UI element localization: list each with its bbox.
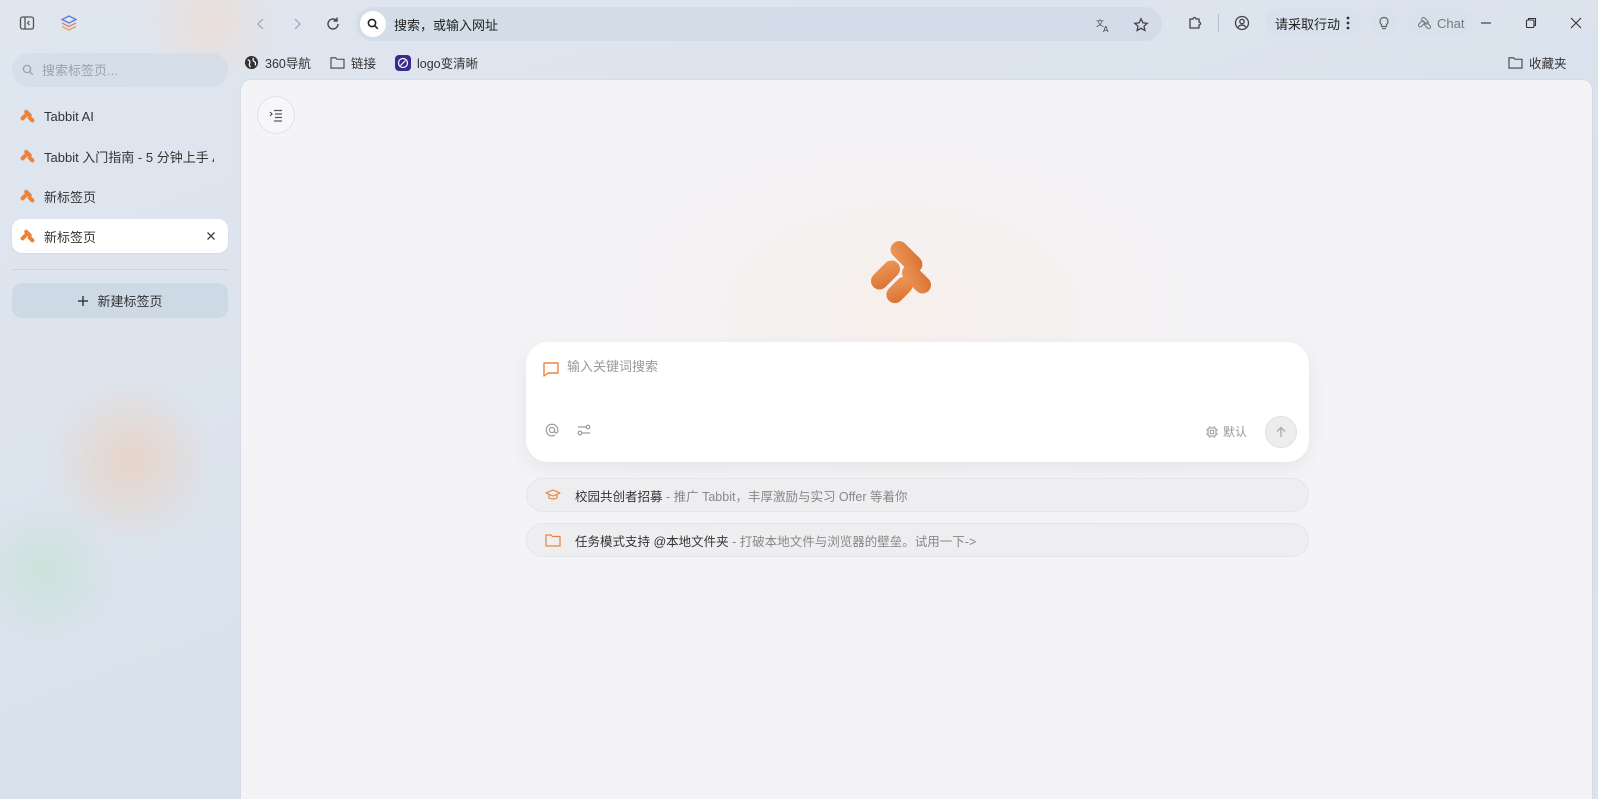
suggestion-title: 校园共创者招募 <box>575 489 663 504</box>
more-vertical-icon <box>1346 16 1350 30</box>
address-bar[interactable]: 搜索，或输入网址 文A <box>356 7 1162 41</box>
arrow-up-icon <box>1276 426 1286 437</box>
new-tab-button[interactable]: 新建标签页 <box>12 283 228 318</box>
tab-item[interactable]: 新标签页 <box>12 179 228 213</box>
restore-icon[interactable] <box>1508 0 1553 46</box>
tab-search-input[interactable] <box>42 62 212 78</box>
suggestion-desc: - 打破本地文件与浏览器的壁垒。试用一下-> <box>728 534 977 549</box>
ai-search-box: 默认 <box>526 342 1309 462</box>
tab-label: Tabbit 入门指南 - 5 分钟上手 A <box>44 149 214 165</box>
tabbit-logo-icon <box>20 229 35 243</box>
bookmark-item[interactable]: 360导航 <box>244 53 311 72</box>
tab-search[interactable] <box>12 53 228 87</box>
extensions-icon[interactable] <box>1182 10 1208 36</box>
tabbit-logo <box>870 241 932 304</box>
page-content: 默认 校园共创者招募 - 推广 Tabbit，丰厚激励与实习 Offer 等着你… <box>241 80 1592 799</box>
folder-icon <box>1508 57 1523 69</box>
sidebar: Tabbit AI Tabbit 入门指南 - 5 分钟上手 A 新标签页 新标… <box>0 0 236 799</box>
translate-icon[interactable]: 文A <box>1090 12 1116 38</box>
tab-label: 新标签页 <box>44 229 97 245</box>
action-required-label: 请采取行动 <box>1275 16 1341 32</box>
mention-icon[interactable] <box>544 422 560 441</box>
suggestion-item[interactable]: 任务模式支持 @本地文件夹 - 打破本地文件与浏览器的壁垒。试用一下-> <box>526 523 1309 557</box>
close-tab-icon[interactable] <box>202 227 220 245</box>
globe-icon <box>244 55 259 70</box>
outline-toggle-icon[interactable] <box>257 96 295 134</box>
bookmarks-bar: 360导航 链接 logo变清晰 收藏夹 <box>236 50 1598 76</box>
lightbulb-icon[interactable] <box>1370 9 1399 37</box>
plus-icon <box>78 295 89 306</box>
minimize-icon[interactable] <box>1463 0 1508 46</box>
chat-label: Chat <box>1437 15 1465 31</box>
sidebar-divider <box>12 269 228 270</box>
bookmark-label: 360导航 <box>265 57 311 71</box>
suggestion-desc: - 推广 Tabbit，丰厚激励与实习 Offer 等着你 <box>662 489 908 504</box>
bookmarks-folder[interactable]: 收藏夹 <box>1508 53 1567 72</box>
back-icon[interactable] <box>248 11 274 37</box>
tab-item[interactable]: Tabbit 入门指南 - 5 分钟上手 A <box>12 139 228 173</box>
send-button[interactable] <box>1265 416 1297 448</box>
tab-item[interactable]: Tabbit AI <box>12 99 228 133</box>
chip-icon <box>1205 425 1218 438</box>
folder-icon <box>545 534 561 547</box>
bookmark-label: 链接 <box>351 57 377 71</box>
toolbar-divider <box>1218 14 1219 32</box>
bookmarks-folder-label: 收藏夹 <box>1529 57 1567 71</box>
profile-icon[interactable] <box>1229 10 1255 36</box>
chat-bubble-icon <box>543 362 559 377</box>
toolbar: 搜索，或输入网址 文A 请采取行动 Chat <box>236 0 1598 46</box>
tab-label: Tabbit AI <box>44 108 94 124</box>
workspaces-icon[interactable] <box>56 10 82 36</box>
graduation-cap-icon <box>545 489 561 500</box>
action-required-button[interactable]: 请采取行动 <box>1265 9 1361 37</box>
tabbit-logo-icon <box>20 109 35 123</box>
svg-text:A: A <box>1103 25 1109 33</box>
suggestion-title: 任务模式支持 @本地文件夹 <box>575 534 729 549</box>
search-icon <box>360 11 386 37</box>
tabbit-logo-icon <box>20 189 35 203</box>
settings-sliders-icon[interactable] <box>576 422 592 441</box>
model-label: 默认 <box>1222 425 1247 439</box>
model-selector[interactable]: 默认 <box>1205 423 1247 440</box>
tab-item-active[interactable]: 新标签页 <box>12 219 228 253</box>
address-text[interactable]: 搜索，或输入网址 <box>394 15 498 34</box>
search-icon <box>22 64 34 76</box>
suggestion-item[interactable]: 校园共创者招募 - 推广 Tabbit，丰厚激励与实习 Offer 等着你 <box>526 478 1309 512</box>
forward-icon[interactable] <box>284 11 310 37</box>
ai-search-input[interactable] <box>567 359 1267 374</box>
close-window-icon[interactable] <box>1553 0 1598 46</box>
bookmark-star-icon[interactable] <box>1128 12 1154 38</box>
tab-label: 新标签页 <box>44 189 97 205</box>
new-tab-label: 新建标签页 <box>97 294 163 309</box>
bookmark-label: logo变清晰 <box>417 57 479 71</box>
toggle-sidebar-icon[interactable] <box>14 10 40 36</box>
app-icon <box>395 54 411 71</box>
tabbit-logo-icon <box>20 149 35 163</box>
tabbit-logo-icon <box>1418 16 1432 30</box>
bookmark-folder[interactable]: 链接 <box>330 53 376 72</box>
folder-icon <box>330 57 345 69</box>
reload-icon[interactable] <box>320 11 346 37</box>
bookmark-item[interactable]: logo变清晰 <box>395 53 478 72</box>
tab-list: Tabbit AI Tabbit 入门指南 - 5 分钟上手 A 新标签页 新标… <box>12 99 228 259</box>
